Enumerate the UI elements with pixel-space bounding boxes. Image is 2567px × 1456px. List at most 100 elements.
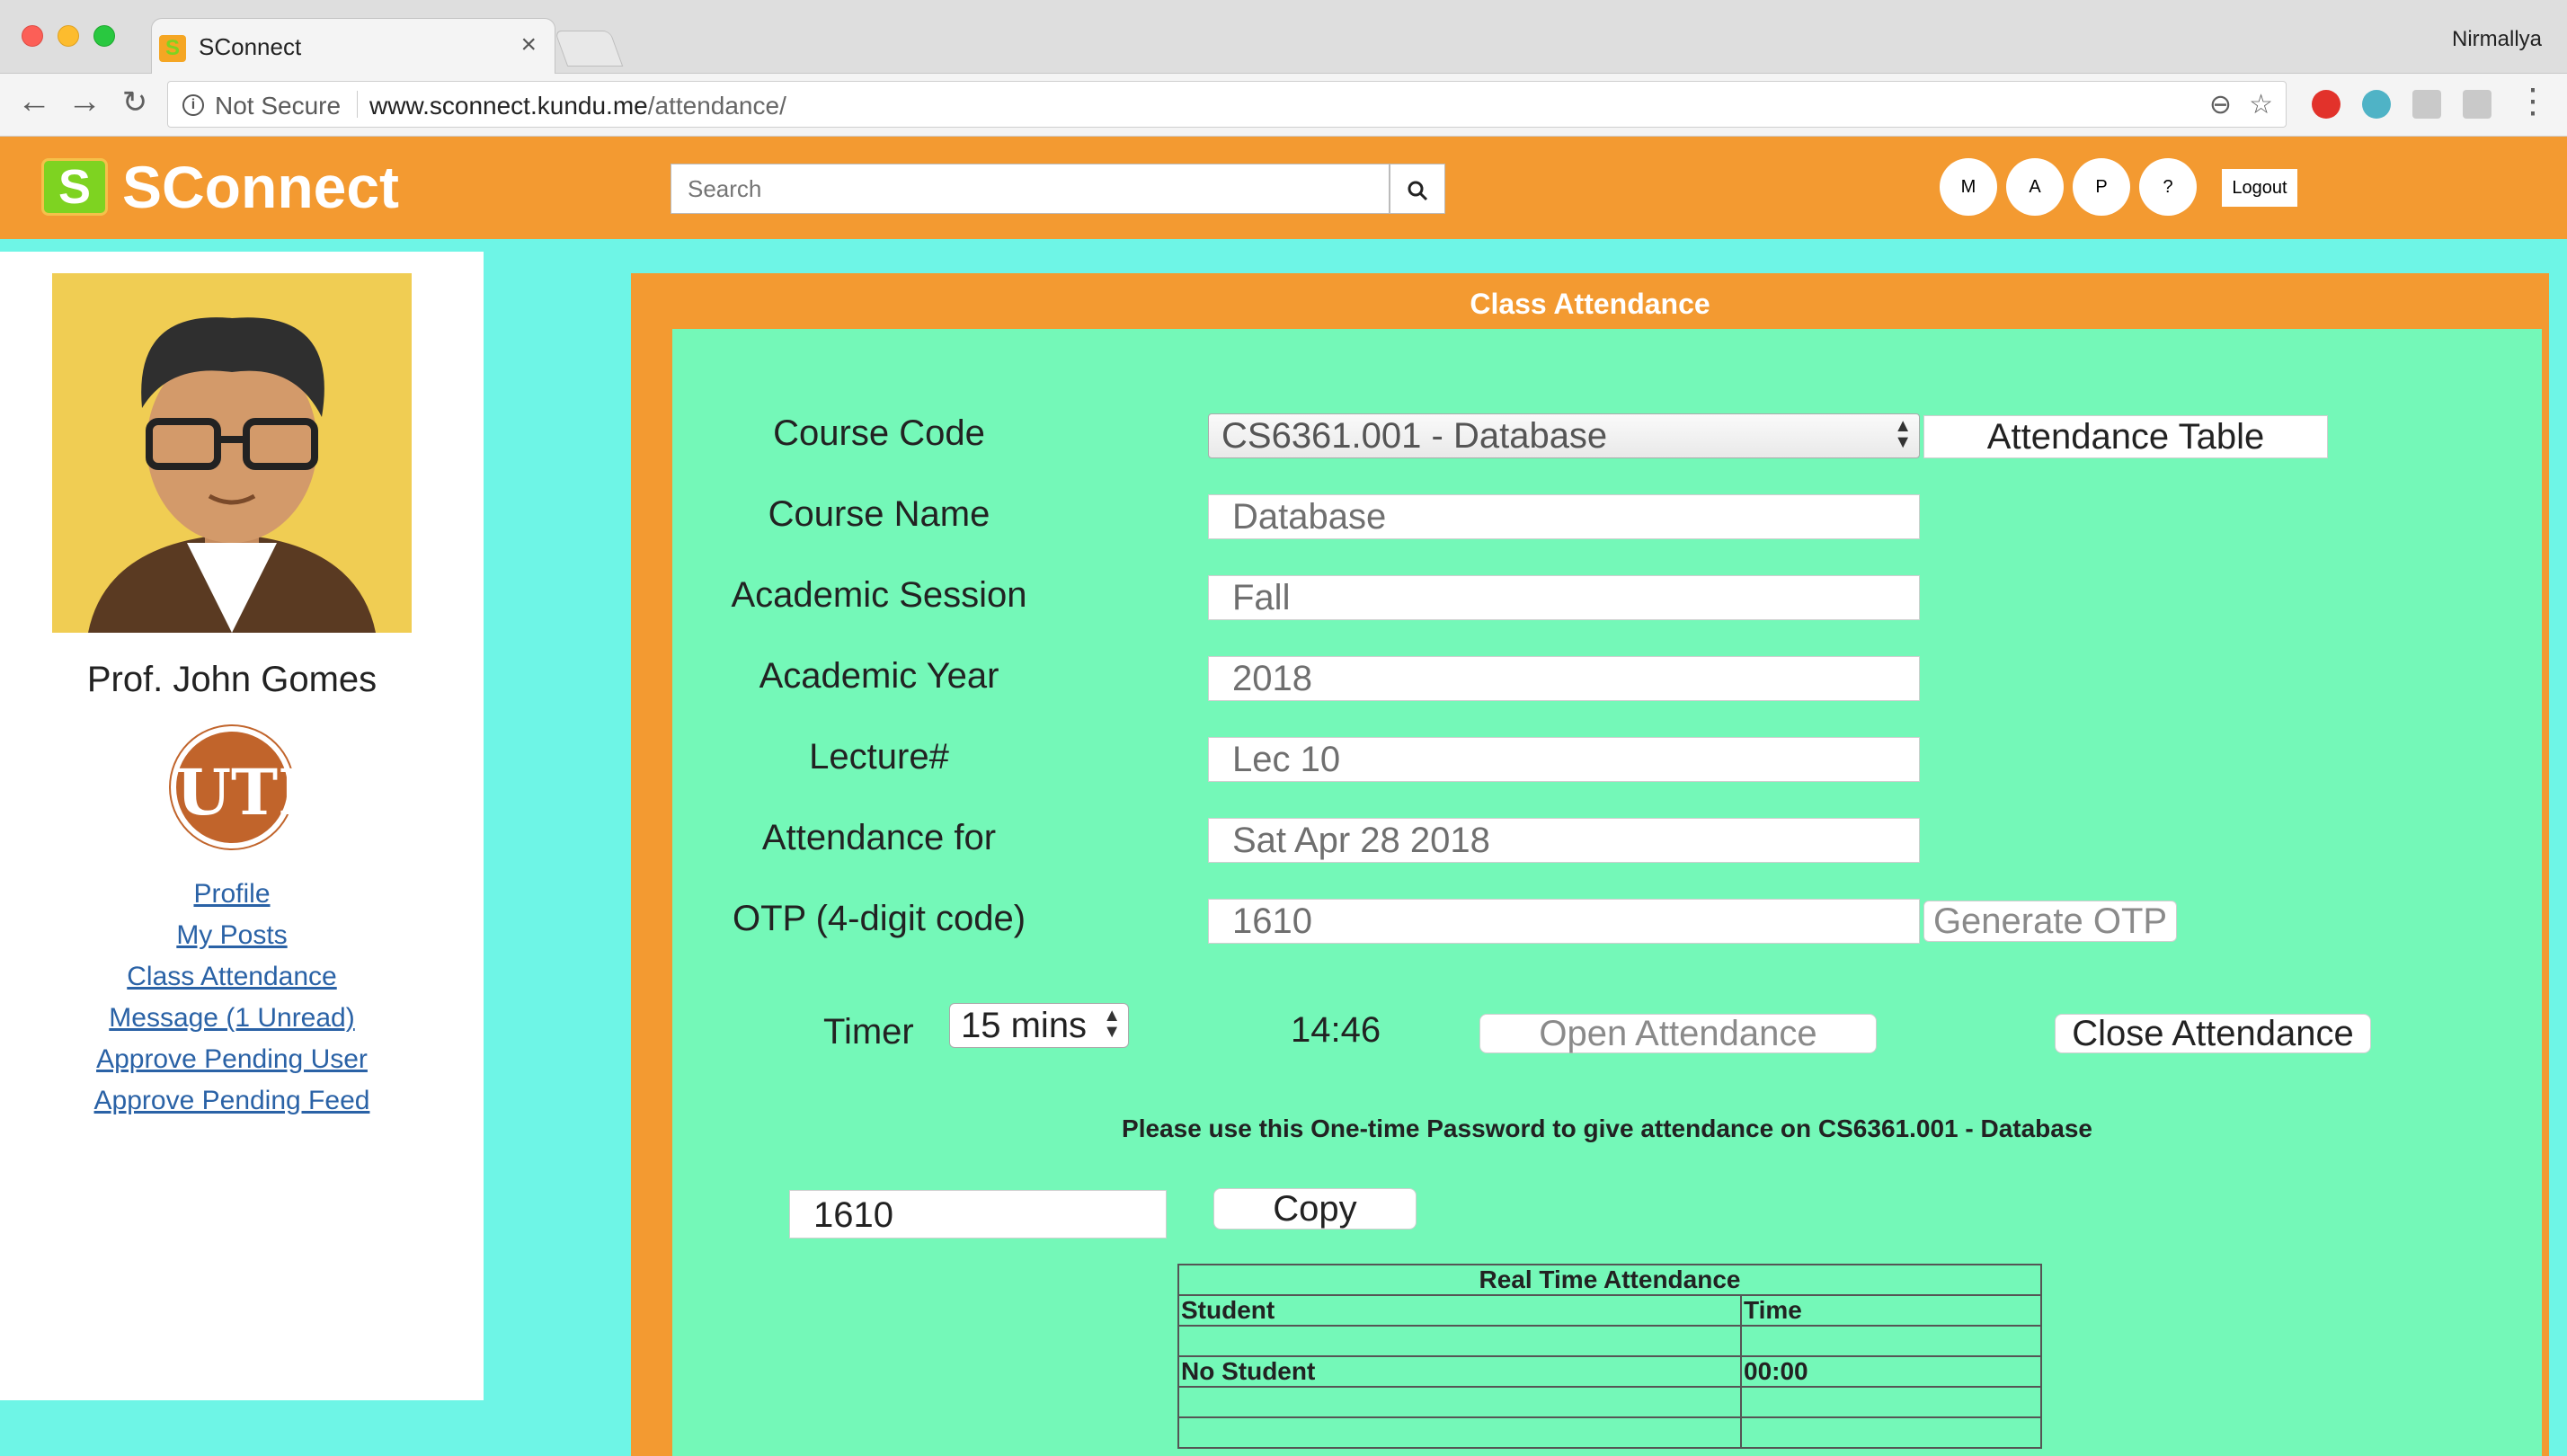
table-caption-row: Real Time Attendance [1177, 1264, 2042, 1296]
table-cell-time: 00:00 [1740, 1355, 2042, 1388]
sidebar-links: Profile My Posts Class Attendance Messag… [0, 874, 464, 1122]
course-name-label: Course Name [768, 494, 990, 534]
url-host: www.sconnect.kundu.me [369, 92, 648, 120]
timer-select[interactable]: 15 mins ▲ ▼ [949, 1003, 1129, 1048]
lecture-label: Lecture# [809, 737, 949, 777]
lecture-field[interactable]: Lec 10 [1208, 737, 1920, 782]
logout-button[interactable]: Logout [2222, 169, 2297, 207]
avatar-illustration [52, 273, 412, 633]
search-button[interactable] [1390, 164, 1445, 214]
select-arrows-icon: ▲ ▼ [1894, 416, 1912, 452]
sidebar-link-profile[interactable]: Profile [0, 874, 464, 915]
extension-m-icon[interactable] [2362, 90, 2391, 119]
table-cell-student: No Student [1177, 1355, 1742, 1388]
header-button-help[interactable]: ? [2139, 158, 2197, 216]
otp-instruction-message: Please use this One-time Password to giv… [1122, 1114, 2092, 1142]
browser-menu-icon[interactable]: ⋮ [2513, 81, 2553, 121]
header-button-a[interactable]: A [2006, 158, 2064, 216]
table-cell [1740, 1386, 2042, 1418]
bookmark-star-icon[interactable]: ☆ [2249, 89, 2273, 120]
otp-share-field[interactable]: 1610 [789, 1190, 1167, 1238]
back-icon[interactable]: ← [14, 83, 54, 121]
browser-titlebar: S SConnect × Nirmallya [0, 0, 2567, 74]
search-input[interactable] [671, 164, 1390, 214]
attendance-date-field[interactable]: Sat Apr 28 2018 [1208, 818, 1920, 863]
sidebar: Prof. John Gomes UTD Profile My Posts Cl… [0, 252, 484, 1400]
browser-profile-name[interactable]: Nirmallya [2452, 27, 2542, 52]
otp-field[interactable]: 1610 [1208, 899, 1920, 944]
sidebar-link-my-posts[interactable]: My Posts [0, 915, 464, 956]
profile-name: Prof. John Gomes [86, 660, 378, 699]
table-header-row: Student Time [1177, 1294, 2042, 1327]
table-row: No Student 00:00 [1177, 1355, 2042, 1388]
table-caption: Real Time Attendance [1177, 1264, 2042, 1296]
academic-year-label: Academic Year [759, 656, 999, 696]
timer-value: 15 mins [961, 1006, 1088, 1045]
timer-label: Timer [823, 1012, 914, 1052]
url-separator [357, 91, 358, 118]
info-icon[interactable]: i [182, 94, 204, 116]
address-bar[interactable]: i Not Secure www.sconnect.kundu.me/atten… [167, 81, 2287, 128]
favicon-icon: S [159, 35, 186, 62]
close-attendance-button[interactable]: Close Attendance [2055, 1014, 2371, 1053]
sidebar-link-approve-feed[interactable]: Approve Pending Feed [0, 1080, 464, 1122]
calendar-extension-icon[interactable] [2463, 90, 2492, 119]
browser-toolbar: ← → ↻ i Not Secure www.sconnect.kundu.me… [0, 74, 2567, 137]
generate-otp-button[interactable]: Generate OTP [1923, 901, 2177, 942]
forward-icon[interactable]: → [65, 83, 104, 121]
academic-session-label: Academic Session [731, 575, 1027, 615]
header-button-m[interactable]: M [1940, 158, 1997, 216]
tab-close-icon[interactable]: × [520, 30, 537, 60]
table-spacer-row [1177, 1325, 2042, 1357]
column-header-student: Student [1177, 1294, 1742, 1327]
panel-title: Class Attendance [1470, 288, 1710, 320]
new-tab-button[interactable] [554, 31, 624, 67]
table-spacer-row [1177, 1386, 2042, 1418]
realtime-attendance-table: Real Time Attendance Student Time No Stu… [1177, 1264, 2042, 1449]
course-code-select[interactable]: CS6361.001 - Database ▲ ▼ [1208, 413, 1920, 458]
table-cell [1177, 1416, 1742, 1449]
sidebar-link-class-attendance[interactable]: Class Attendance [0, 956, 464, 998]
copy-button[interactable]: Copy [1213, 1188, 1417, 1230]
avatar [52, 273, 412, 633]
open-attendance-button[interactable]: Open Attendance [1479, 1014, 1877, 1053]
attendance-table-button[interactable]: Attendance Table [1923, 415, 2328, 458]
course-name-field[interactable]: Database [1208, 494, 1920, 539]
course-code-value: CS6361.001 - Database [1221, 416, 1608, 456]
table-cell [1740, 1416, 2042, 1449]
window-minimize-button[interactable] [58, 25, 79, 47]
search-icon [1408, 181, 1428, 201]
timer-select-arrows-icon: ▲ ▼ [1103, 1006, 1121, 1042]
reload-icon[interactable]: ↻ [115, 84, 155, 120]
sidebar-link-approve-user[interactable]: Approve Pending User [0, 1039, 464, 1080]
table-cell [1740, 1325, 2042, 1357]
utd-logo-icon: UTD [171, 726, 333, 848]
url-path: /attendance/ [647, 92, 786, 120]
window-close-button[interactable] [22, 25, 43, 47]
header-button-p[interactable]: P [2073, 158, 2130, 216]
sidebar-link-messages[interactable]: Message (1 Unread) [0, 998, 464, 1039]
countdown-display: 14:46 [1291, 1010, 1381, 1050]
tab-title: SConnect [199, 33, 302, 60]
zoom-icon[interactable]: ⊖ [2209, 89, 2232, 120]
url-text[interactable]: www.sconnect.kundu.me/attendance/ [369, 92, 786, 120]
browser-tab[interactable]: S SConnect × [151, 18, 555, 74]
site-logo-text[interactable]: SConnect [122, 153, 399, 221]
table-cell [1177, 1325, 1742, 1357]
sconnect-logo-icon[interactable]: S [41, 158, 108, 216]
course-code-label: Course Code [773, 413, 985, 453]
adblock-extension-icon[interactable] [2312, 90, 2340, 119]
security-label: Not Secure [215, 92, 342, 120]
table-spacer-row [1177, 1416, 2042, 1449]
drive-extension-icon[interactable] [2412, 90, 2441, 119]
attendance-panel: Class Attendance Course Code CS6361.001 … [631, 273, 2549, 1456]
academic-session-field[interactable]: Fall [1208, 575, 1920, 620]
attendance-for-label: Attendance for [761, 818, 997, 857]
column-header-time: Time [1740, 1294, 2042, 1327]
otp-label: OTP (4-digit code) [732, 899, 1026, 938]
site-header: S SConnect M A P ? Logout [0, 137, 2567, 239]
window-maximize-button[interactable] [93, 25, 115, 47]
attendance-form: Course Code CS6361.001 - Database ▲ ▼ Att… [672, 329, 2542, 1456]
academic-year-field[interactable]: 2018 [1208, 656, 1920, 701]
table-cell [1177, 1386, 1742, 1418]
